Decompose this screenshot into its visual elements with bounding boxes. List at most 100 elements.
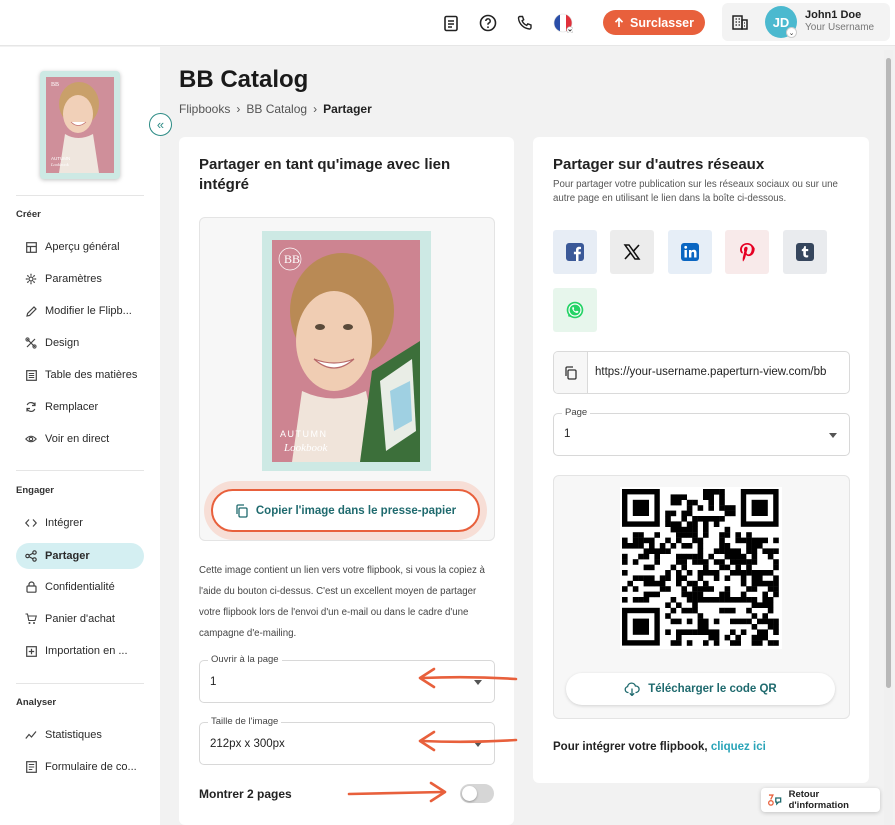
- page-select[interactable]: Page 1: [553, 407, 850, 456]
- sidebar-item-label: Paramètres: [45, 273, 102, 285]
- pinterest-icon: [740, 243, 755, 262]
- form-icon: [25, 761, 37, 773]
- import-icon: [25, 645, 37, 657]
- pencil-icon: [25, 305, 37, 317]
- chevron-right-icon: ›: [313, 102, 318, 116]
- gear-icon: [25, 273, 37, 285]
- page-scrollbar[interactable]: [884, 50, 893, 825]
- palette-icon: [25, 337, 37, 349]
- page-select-value: 1: [564, 428, 571, 440]
- feedback-label: Retour d'information: [788, 789, 849, 811]
- image-size-label: Taille de l'image: [208, 716, 282, 727]
- sidebar-item-formulaire[interactable]: Formulaire de co...: [16, 754, 144, 780]
- section-title-analyser: Analyser: [16, 697, 57, 708]
- sidebar-item-voir-en-direct[interactable]: Voir en direct: [16, 426, 144, 452]
- breadcrumb-item-flipbooks[interactable]: Flipbooks: [179, 102, 230, 116]
- building-icon[interactable]: [729, 11, 751, 33]
- open-page-value: 1: [210, 676, 217, 688]
- download-qr-button[interactable]: Télécharger le code QR: [566, 673, 835, 705]
- sidebar-item-label: Panier d'achat: [45, 613, 115, 625]
- svg-text:BB: BB: [51, 82, 59, 88]
- help-icon[interactable]: [477, 12, 499, 34]
- image-size-value: 212px x 300px: [210, 738, 285, 750]
- sidebar: BB AUTUMN Lookbook Créer Aperçu général …: [0, 47, 160, 825]
- share-icon: [25, 550, 37, 562]
- open-page-label: Ouvrir à la page: [208, 654, 282, 665]
- svg-text:Lookbook: Lookbook: [283, 442, 329, 454]
- sidebar-item-modifier-flipbook[interactable]: Modifier le Flipb...: [16, 298, 144, 324]
- page-select-label: Page: [562, 407, 591, 418]
- sidebar-item-label: Intégrer: [45, 517, 83, 529]
- toggle-knob: [462, 786, 477, 801]
- user-name: John1 Doe: [805, 9, 862, 21]
- share-networks-title: Partager sur d'autres réseaux: [553, 156, 765, 173]
- sidebar-item-label: Aperçu général: [45, 241, 120, 253]
- whatsapp-share-button[interactable]: [553, 288, 597, 332]
- facebook-icon: [566, 243, 584, 261]
- sidebar-item-confidentialite[interactable]: Confidentialité: [16, 574, 144, 600]
- tumblr-share-button[interactable]: [783, 230, 827, 274]
- show-two-pages-toggle[interactable]: [460, 784, 494, 803]
- pinterest-share-button[interactable]: [725, 230, 769, 274]
- copy-image-button[interactable]: Copier l'image dans le presse-papier: [211, 489, 480, 532]
- top-bar: Surclasser JD ⌄ John1 Doe Your Username: [0, 0, 895, 46]
- sidebar-item-label: Partager: [45, 550, 90, 562]
- chevron-down-icon: ⌄: [786, 27, 797, 38]
- embed-link[interactable]: cliquez ici: [711, 741, 766, 753]
- share-url-field[interactable]: https://your-username.paperturn-view.com…: [553, 351, 850, 394]
- collapse-sidebar-button[interactable]: «: [149, 113, 172, 136]
- page-title: BB Catalog: [179, 66, 309, 93]
- document-icon[interactable]: [440, 12, 462, 34]
- svg-text:BB: BB: [284, 252, 300, 266]
- cart-icon: [25, 613, 37, 625]
- cloud-download-icon: [624, 682, 640, 696]
- embed-text: Pour intégrer votre flipbook, cliquez ic…: [553, 741, 766, 753]
- divider: [16, 470, 144, 471]
- sidebar-item-label: Confidentialité: [45, 581, 115, 593]
- sidebar-item-label: Voir en direct: [45, 433, 110, 445]
- sidebar-item-label: Statistiques: [45, 729, 102, 741]
- eye-icon: [25, 433, 37, 445]
- code-icon: [25, 517, 37, 529]
- feedback-button[interactable]: Retour d'information: [761, 788, 880, 812]
- sidebar-item-partager[interactable]: Partager: [16, 543, 144, 569]
- sidebar-item-design[interactable]: Design: [16, 330, 144, 356]
- svg-text:Lookbook: Lookbook: [50, 162, 70, 167]
- upgrade-button[interactable]: Surclasser: [603, 10, 705, 35]
- chevron-right-icon: ›: [236, 102, 241, 116]
- chart-icon: [25, 729, 37, 741]
- copy-url-button[interactable]: [554, 352, 588, 393]
- sidebar-item-integrer[interactable]: Intégrer: [16, 510, 144, 536]
- flipbook-cover-image: BB AUTUMN Lookbook: [262, 231, 431, 471]
- french-flag-icon[interactable]: [552, 12, 574, 34]
- share-image-description: Cette image contient un lien vers votre …: [199, 565, 485, 639]
- upgrade-label: Surclasser: [630, 15, 694, 30]
- sidebar-item-parametres[interactable]: Paramètres: [16, 266, 144, 292]
- flipbook-cover-thumbnail[interactable]: BB AUTUMN Lookbook: [40, 71, 120, 179]
- linkedin-share-button[interactable]: [668, 230, 712, 274]
- facebook-share-button[interactable]: [553, 230, 597, 274]
- qr-code-image: [620, 487, 782, 649]
- divider: [16, 195, 144, 196]
- sidebar-item-remplacer[interactable]: Remplacer: [16, 394, 144, 420]
- sidebar-item-panier-achat[interactable]: Panier d'achat: [16, 606, 144, 632]
- sidebar-item-label: Table des matières: [45, 369, 138, 381]
- share-url-text: https://your-username.paperturn-view.com…: [595, 366, 827, 378]
- annotation-arrow: [347, 781, 447, 803]
- sidebar-item-importation[interactable]: Importation en ...: [16, 638, 144, 664]
- show-two-pages-label: Montrer 2 pages: [199, 787, 292, 801]
- svg-text:AUTUMN: AUTUMN: [51, 156, 70, 161]
- copy-icon: [565, 365, 577, 380]
- phone-icon[interactable]: [514, 12, 536, 34]
- scrollbar-thumb[interactable]: [886, 58, 891, 688]
- sidebar-item-table-des-matieres[interactable]: Table des matières: [16, 362, 144, 388]
- copy-image-label: Copier l'image dans le presse-papier: [255, 504, 457, 517]
- sidebar-item-apercu-general[interactable]: Aperçu général: [16, 234, 144, 260]
- grid-icon: [25, 241, 37, 253]
- annotation-arrow: [418, 730, 518, 752]
- sidebar-item-statistiques[interactable]: Statistiques: [16, 722, 144, 748]
- breadcrumb-item-catalog[interactable]: BB Catalog: [246, 102, 307, 116]
- x-share-button[interactable]: [610, 230, 654, 274]
- feedback-icon: [768, 794, 782, 806]
- linkedin-icon: [681, 243, 699, 261]
